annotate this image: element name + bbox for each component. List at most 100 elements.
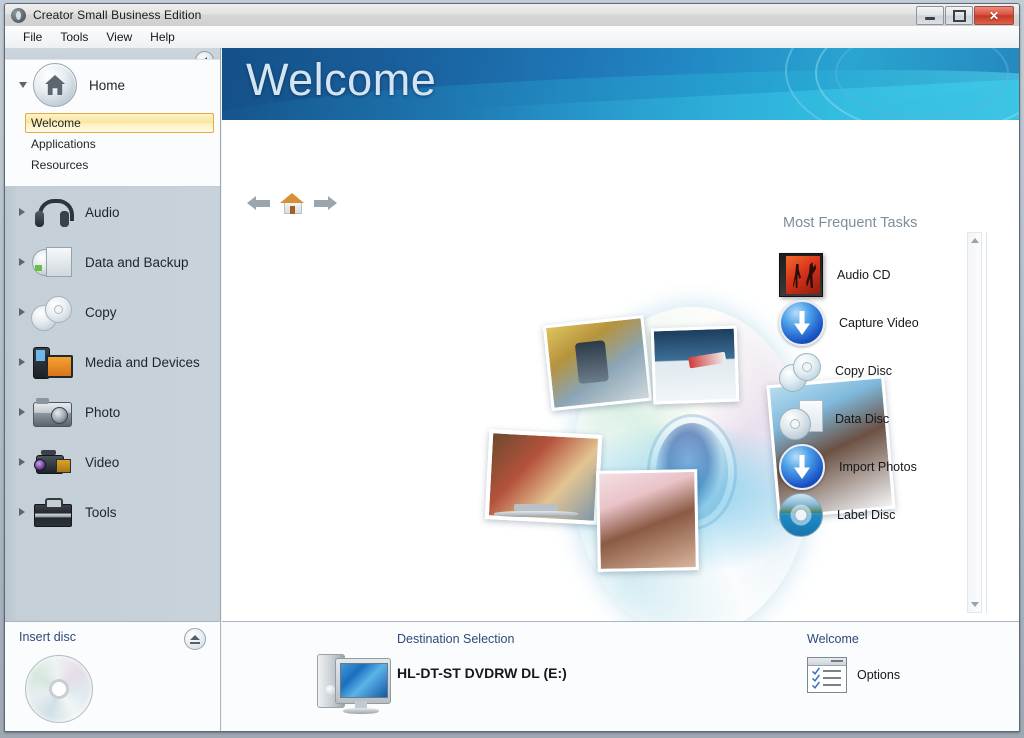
close-button[interactable]: ✕ <box>974 6 1014 25</box>
home-icon <box>33 63 77 107</box>
most-frequent-tasks-panel: Most Frequent Tasks Audio CD Capture Vid… <box>747 215 1009 539</box>
window-frame: Creator Small Business Edition ✕ File To… <box>4 3 1020 732</box>
disc-folder-icon <box>31 241 73 283</box>
main-content: Welcome Most Frequent Tasks Audio CD Cap… <box>222 48 1019 637</box>
window-title: Creator Small Business Edition <box>33 8 202 22</box>
welcome-banner: Welcome <box>222 48 1019 120</box>
title-bar: Creator Small Business Edition ✕ <box>5 4 1019 27</box>
sidebar-group-photo: Photo <box>5 387 220 437</box>
menu-item-help[interactable]: Help <box>141 28 184 46</box>
sidebar-group-home: Home Welcome Applications Resources <box>5 59 220 187</box>
menu-bar: File Tools View Help <box>5 26 1019 49</box>
computer-monitor-icon <box>317 652 395 714</box>
menu-item-tools[interactable]: Tools <box>51 28 97 46</box>
blank-disc-icon <box>25 655 93 723</box>
toolbox-icon <box>31 491 73 533</box>
sidebar-item-data-and-backup[interactable]: Data and Backup <box>5 237 220 287</box>
sidebar-group-video: Video <box>5 437 220 487</box>
two-discs-icon <box>779 350 821 392</box>
options-button[interactable]: Options <box>807 657 900 693</box>
task-data-disc[interactable]: Data Disc <box>779 395 1009 443</box>
body-area: Home Welcome Applications Resources Audi… <box>5 48 1019 731</box>
sidebar-item-resources[interactable]: Resources <box>25 155 214 175</box>
forward-arrow-icon[interactable] <box>312 193 338 213</box>
task-import-photos[interactable]: Import Photos <box>779 443 1009 491</box>
task-audio-cd[interactable]: Audio CD <box>779 251 1009 299</box>
eject-icon[interactable] <box>184 628 206 650</box>
window-controls: ✕ <box>916 6 1014 25</box>
blue-download-orb-icon <box>779 300 825 346</box>
sidebar-top <box>5 48 220 70</box>
sidebar-group-media-and-devices: Media and Devices <box>5 337 220 387</box>
insert-disc-label: Insert disc <box>19 630 76 644</box>
task-capture-video[interactable]: Capture Video <box>779 299 1009 347</box>
sidebar-group-label: Photo <box>85 404 121 420</box>
home-house-icon[interactable] <box>280 192 304 214</box>
camera-icon <box>31 391 73 433</box>
maximize-icon <box>952 9 966 22</box>
welcome-status-header: Welcome <box>807 632 859 646</box>
page-title: Welcome <box>246 54 437 105</box>
destination-selection[interactable]: Destination Selection <box>317 632 515 714</box>
sidebar-item-tools[interactable]: Tools <box>5 487 220 537</box>
back-arrow-icon[interactable] <box>246 193 272 213</box>
sidebar-subitems-home: Welcome Applications Resources <box>5 110 220 186</box>
menu-item-view[interactable]: View <box>97 28 141 46</box>
task-copy-disc[interactable]: Copy Disc <box>779 347 1009 395</box>
sidebar-group-label: Data and Backup <box>85 254 189 270</box>
chevron-right-icon <box>19 208 25 216</box>
sidebar-item-copy[interactable]: Copy <box>5 287 220 337</box>
photo-disc-icon <box>779 493 823 537</box>
chevron-right-icon <box>19 258 25 266</box>
tasks-title: Most Frequent Tasks <box>783 215 918 231</box>
destination-header: Destination Selection <box>397 632 515 646</box>
sidebar-item-welcome[interactable]: Welcome <box>25 113 214 133</box>
chevron-down-icon <box>19 82 27 88</box>
minimize-icon <box>925 16 935 20</box>
sidebar-item-audio[interactable]: Audio <box>5 187 220 237</box>
status-bar: Destination Selection HL-DT-ST DVDRW DL … <box>222 621 1019 731</box>
sidebar-item-home[interactable]: Home <box>5 60 220 110</box>
checklist-window-icon <box>807 657 847 693</box>
scroll-down-icon[interactable] <box>968 597 981 612</box>
hero-tv-stand <box>480 504 592 526</box>
options-label: Options <box>857 668 901 682</box>
content-pane: Most Frequent Tasks Audio CD Capture Vid… <box>222 120 1019 637</box>
sidebar-group-data-and-backup: Data and Backup <box>5 237 220 287</box>
audio-cd-case-icon <box>779 253 823 297</box>
sidebar-item-photo[interactable]: Photo <box>5 387 220 437</box>
sidebar-group-tools: Tools <box>5 487 220 537</box>
chevron-right-icon <box>19 308 25 316</box>
sidebar-group-copy: Copy <box>5 287 220 337</box>
menu-item-file[interactable]: File <box>14 28 51 46</box>
hero-photo-1 <box>542 314 653 412</box>
navigation-bar <box>246 192 338 214</box>
sidebar-group-label: Video <box>85 454 120 470</box>
task-label: Capture Video <box>839 316 919 330</box>
sidebar-item-video[interactable]: Video <box>5 437 220 487</box>
chevron-right-icon <box>19 458 25 466</box>
blue-download-orb-icon <box>779 444 825 490</box>
task-label: Label Disc <box>837 508 896 522</box>
sidebar-group-label: Home <box>89 77 126 93</box>
task-label: Data Disc <box>835 412 890 426</box>
maximize-button[interactable] <box>945 6 973 25</box>
sidebar-group-label: Media and Devices <box>85 354 200 370</box>
sidebar-group-label: Tools <box>85 504 117 520</box>
sidebar-item-media-and-devices[interactable]: Media and Devices <box>5 337 220 387</box>
sidebar-group-audio: Audio <box>5 187 220 237</box>
sidebar-item-applications[interactable]: Applications <box>25 134 214 154</box>
welcome-status-section: Welcome Options <box>807 632 900 693</box>
task-label-disc[interactable]: Label Disc <box>779 491 1009 539</box>
chevron-right-icon <box>19 408 25 416</box>
headphones-icon <box>31 191 74 233</box>
disc-document-icon <box>779 398 823 440</box>
insert-disc-panel: Insert disc <box>5 621 221 731</box>
sidebar-group-label: Audio <box>85 204 120 220</box>
sidebar-group-label: Copy <box>85 304 117 320</box>
close-icon: ✕ <box>988 8 1000 23</box>
camcorder-icon <box>31 441 73 483</box>
two-discs-icon <box>31 291 73 333</box>
hero-photo-2 <box>650 325 740 405</box>
minimize-button[interactable] <box>916 6 944 25</box>
